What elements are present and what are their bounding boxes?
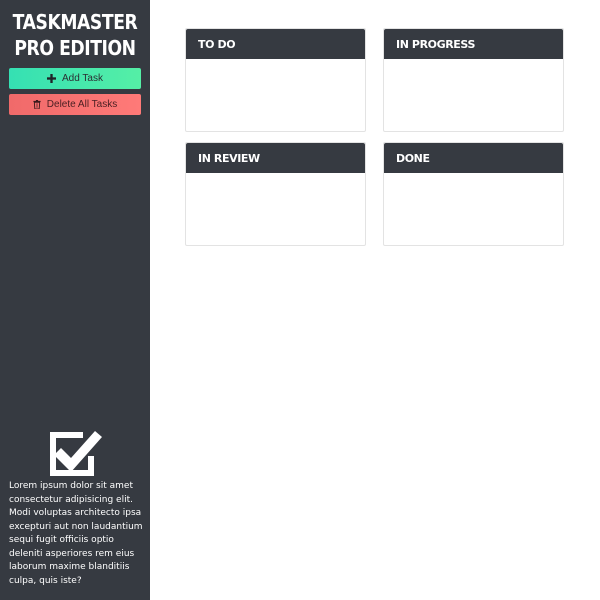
brand-title: TASKMASTER PRO EDITION bbox=[11, 9, 140, 61]
add-task-button[interactable]: Add Task bbox=[9, 68, 141, 89]
brand-line-1: TASKMASTER bbox=[12, 10, 138, 34]
brand-line-2: PRO EDITION bbox=[14, 36, 136, 60]
delete-all-tasks-button[interactable]: Delete All Tasks bbox=[9, 94, 141, 115]
column-dropzone[interactable] bbox=[186, 59, 365, 132]
plus-icon bbox=[47, 74, 57, 83]
column-header: TO DO bbox=[186, 29, 365, 59]
column-in-review: IN REVIEW bbox=[185, 142, 366, 246]
column-header: IN PROGRESS bbox=[384, 29, 563, 59]
trash-icon bbox=[33, 100, 41, 109]
sidebar: TASKMASTER PRO EDITION Add Task Delete A… bbox=[0, 0, 150, 600]
column-in-progress: IN PROGRESS bbox=[383, 28, 564, 132]
add-task-label: Add Task bbox=[62, 73, 103, 84]
column-dropzone[interactable] bbox=[384, 173, 563, 246]
column-todo: TO DO bbox=[185, 28, 366, 132]
checkbox-check-icon bbox=[47, 427, 103, 477]
column-done: DONE bbox=[383, 142, 564, 246]
column-dropzone[interactable] bbox=[186, 173, 365, 246]
column-header: DONE bbox=[384, 143, 563, 173]
column-header: IN REVIEW bbox=[186, 143, 365, 173]
sidebar-description: Lorem ipsum dolor sit amet consectetur a… bbox=[9, 481, 143, 586]
column-dropzone[interactable] bbox=[384, 59, 563, 132]
delete-all-tasks-label: Delete All Tasks bbox=[46, 99, 118, 110]
